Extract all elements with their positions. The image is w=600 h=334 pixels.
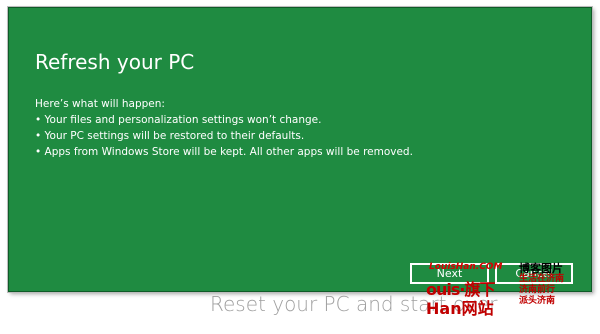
watermark-right-line-1: 生活在济南 bbox=[519, 274, 565, 284]
info-content: Here’s what will happen: • Your files an… bbox=[35, 96, 413, 160]
watermark-right-line-3: 派头济南 bbox=[519, 296, 556, 306]
watermark-right-line-2: 济南前行 bbox=[519, 285, 556, 295]
page-title: Refresh your PC bbox=[35, 50, 195, 74]
bullet-settings: • Your PC settings will be restored to t… bbox=[35, 130, 305, 142]
bullet-files: • Your files and personalization setting… bbox=[35, 114, 322, 126]
refresh-pc-screen: Refresh your PC Here’s what will happen:… bbox=[8, 7, 592, 292]
watermark-site: LouisHan.COM bbox=[429, 262, 503, 272]
bullet-apps: • Apps from Windows Store will be kept. … bbox=[35, 146, 413, 158]
intro-text: Here’s what will happen: bbox=[35, 98, 165, 110]
watermark-logo-line2: Han网站 bbox=[426, 299, 494, 318]
